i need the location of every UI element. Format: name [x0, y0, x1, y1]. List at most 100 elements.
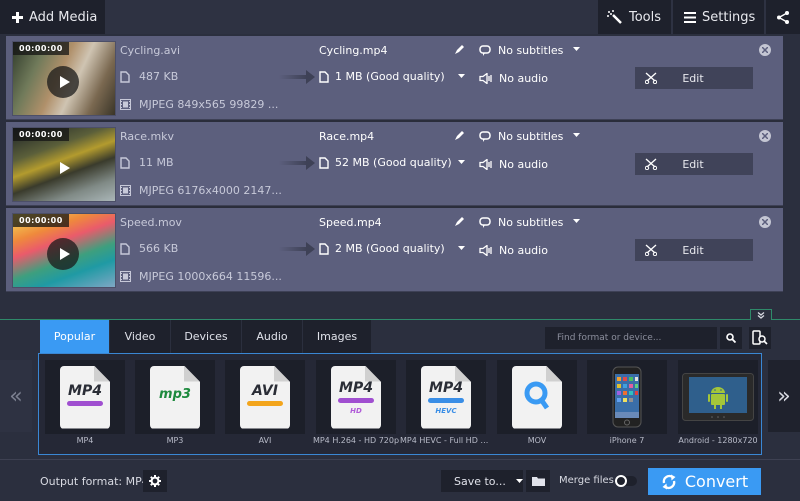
- speech-bubble-icon: [479, 216, 491, 228]
- caret-down-icon: [515, 479, 523, 483]
- source-size: 566 KB: [120, 242, 178, 255]
- format-tile-mp4-hd[interactable]: MP4 HD MP4 H.264 - HD 720p: [313, 360, 399, 450]
- scroll-left-button[interactable]: «: [0, 360, 32, 432]
- file-row[interactable]: 00:00:00 Speed.mov 566 KB MJPEG 1000x664…: [6, 208, 783, 292]
- convert-button[interactable]: Convert: [648, 468, 761, 495]
- top-toolbar: Add Media Tools Settings: [0, 0, 800, 34]
- remove-file-button[interactable]: [759, 130, 771, 142]
- audio-track[interactable]: No audio: [479, 72, 548, 85]
- tab-devices[interactable]: Devices: [171, 320, 241, 353]
- remove-file-button[interactable]: [759, 216, 771, 228]
- edit-button[interactable]: Edit: [635, 239, 753, 261]
- subtitles-text: No subtitles: [498, 130, 564, 143]
- source-metadata-text: MJPEG 849x565 99829 ...: [139, 98, 279, 111]
- hd-badge-text: HD: [350, 406, 362, 415]
- output-size-dropdown[interactable]: 52 MB (Good quality): [319, 156, 452, 169]
- folder-icon: [531, 477, 545, 486]
- settings-button[interactable]: Settings: [673, 0, 764, 34]
- format-tile-mp4-hevc[interactable]: MP4 HEVC MP4 HEVC - Full HD 1...: [400, 360, 492, 450]
- arrow-right-icon: [279, 156, 315, 170]
- share-icon: [777, 10, 789, 24]
- collapse-panel-button[interactable]: [750, 309, 772, 320]
- video-thumbnail[interactable]: 00:00:00: [12, 41, 116, 116]
- pencil-icon[interactable]: [455, 216, 465, 226]
- subtitles-dropdown[interactable]: No subtitles: [479, 216, 563, 229]
- subtitles-dropdown[interactable]: No subtitles: [479, 44, 563, 57]
- caret-down-icon[interactable]: [573, 47, 580, 51]
- add-media-label: Add Media: [29, 9, 98, 25]
- output-filename[interactable]: Cycling.mp4: [319, 44, 388, 57]
- arrow-right-icon: [279, 242, 315, 256]
- output-size-dropdown[interactable]: 1 MB (Good quality): [319, 70, 445, 83]
- tab-images[interactable]: Images: [303, 320, 371, 353]
- audio-text: No audio: [499, 244, 548, 257]
- format-tile-mov[interactable]: MOV: [497, 360, 577, 450]
- edit-button[interactable]: Edit: [635, 67, 753, 89]
- video-thumbnail[interactable]: 00:00:00: [12, 213, 116, 288]
- file-row[interactable]: 00:00:00 Race.mkv 11 MB MJPEG 6176x4000 …: [6, 122, 783, 206]
- tab-popular[interactable]: Popular: [40, 320, 109, 353]
- play-icon[interactable]: [47, 66, 79, 98]
- output-size-dropdown[interactable]: 2 MB (Good quality): [319, 242, 445, 255]
- scissors-icon: [645, 72, 657, 84]
- format-tile-android[interactable]: Android - 1280x720: [678, 360, 758, 450]
- video-thumbnail[interactable]: 00:00:00: [12, 127, 116, 202]
- file-icon: [120, 242, 130, 255]
- add-media-button[interactable]: Add Media: [0, 0, 105, 34]
- tab-video[interactable]: Video: [110, 320, 170, 353]
- mov-file-icon: [512, 365, 562, 429]
- format-tile-mp3[interactable]: mp3 MP3: [135, 360, 215, 450]
- format-icon-box: mp3: [135, 360, 215, 434]
- format-tile-mp4[interactable]: MP4 MP4: [45, 360, 125, 450]
- format-label: MP4 H.264 - HD 720p: [312, 436, 400, 445]
- film-icon: [120, 271, 131, 282]
- remove-file-button[interactable]: [759, 44, 771, 56]
- format-tile-avi[interactable]: AVI AVI: [225, 360, 305, 450]
- audio-track[interactable]: No audio: [479, 244, 548, 257]
- detect-device-button[interactable]: [749, 327, 771, 349]
- format-icon-text: AVI: [252, 382, 278, 399]
- video-badge: [428, 397, 464, 403]
- pencil-icon[interactable]: [455, 130, 465, 140]
- share-button[interactable]: [766, 0, 800, 34]
- format-icon-box: MP4 HEVC: [406, 360, 486, 434]
- output-filename[interactable]: Race.mp4: [319, 130, 374, 143]
- convert-label: Convert: [684, 472, 749, 491]
- scissors-icon: [645, 244, 657, 256]
- output-settings-button[interactable]: [143, 470, 167, 492]
- open-folder-button[interactable]: [526, 470, 550, 492]
- file-row[interactable]: 00:00:00 Cycling.avi 487 KB MJPEG 849x56…: [6, 36, 783, 120]
- play-icon[interactable]: [47, 238, 79, 270]
- format-icon-text: MP4: [429, 379, 463, 396]
- caret-down-icon[interactable]: [573, 219, 580, 223]
- caret-down-icon[interactable]: [458, 74, 465, 78]
- play-icon[interactable]: [47, 152, 79, 184]
- timecode: 00:00:00: [13, 214, 69, 227]
- source-filename: Cycling.avi: [120, 44, 181, 57]
- speaker-icon: [479, 245, 492, 256]
- tab-audio[interactable]: Audio: [242, 320, 302, 353]
- format-search-input[interactable]: [545, 327, 717, 349]
- merge-files-toggle[interactable]: [615, 475, 637, 487]
- scroll-right-button[interactable]: »: [768, 360, 800, 432]
- caret-down-icon[interactable]: [573, 133, 580, 137]
- avi-file-icon: AVI: [240, 365, 290, 429]
- caret-down-icon[interactable]: [458, 246, 465, 250]
- video-badge: [67, 400, 103, 406]
- source-metadata-text: MJPEG 1000x664 11596...: [139, 270, 282, 283]
- search-button[interactable]: [720, 327, 742, 349]
- iphone-icon: [612, 366, 642, 428]
- tools-button[interactable]: Tools: [598, 0, 671, 34]
- edit-button[interactable]: Edit: [635, 153, 753, 175]
- format-tile-iphone-7[interactable]: iPhone 7: [587, 360, 667, 450]
- settings-label: Settings: [702, 9, 756, 25]
- pencil-icon[interactable]: [455, 44, 465, 54]
- format-label: Android - 1280x720: [678, 436, 758, 445]
- video-badge: [247, 400, 283, 406]
- subtitles-dropdown[interactable]: No subtitles: [479, 130, 563, 143]
- caret-down-icon[interactable]: [458, 160, 465, 164]
- audio-track[interactable]: No audio: [479, 158, 548, 171]
- save-to-dropdown[interactable]: Save to...: [441, 470, 523, 492]
- edit-label: Edit: [682, 243, 704, 257]
- output-filename[interactable]: Speed.mp4: [319, 216, 382, 229]
